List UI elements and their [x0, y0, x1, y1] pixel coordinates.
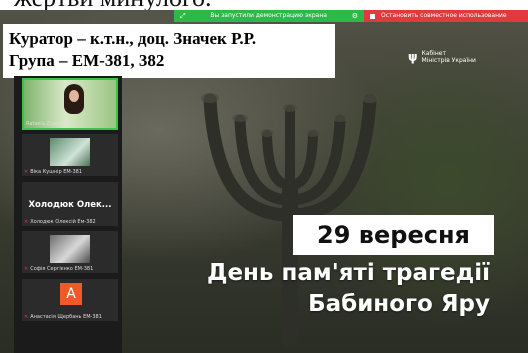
participant-label: Rafaela Znachek	[26, 121, 68, 127]
participant-name: Анастасія Щербань ЕМ-381	[30, 314, 102, 320]
ministry-line1: Кабінет	[421, 50, 446, 57]
participant-thumbnail	[50, 138, 90, 166]
participant-avatar: A	[60, 283, 82, 305]
stop-sharing-button[interactable]: Остановить совместное использование	[364, 10, 528, 22]
headline-line2: Бабиного Яру	[308, 291, 490, 317]
participant-label: ✕ Софія Сергієнко ЕМ-381	[24, 266, 93, 272]
ministry-line2: Міністрів України	[421, 57, 476, 64]
document-caption: жертви минулого.	[0, 0, 528, 10]
participant-thumbnail	[50, 235, 90, 263]
muted-mic-icon: ✕	[24, 219, 29, 225]
participant-tile[interactable]: A ✕ Анастасія Щербань ЕМ-381	[22, 279, 118, 321]
participant-tile[interactable]: ✕ Віка Кушнір ЕМ-381	[22, 134, 118, 176]
participants-panel: Rafaela Znachek ✕ Віка Кушнір ЕМ-381 Хол…	[14, 76, 122, 353]
slide-headline: День пам'яті трагедії Бабиного Яру	[130, 258, 490, 320]
muted-mic-icon: ✕	[24, 314, 29, 320]
participant-name: Софія Сергієнко ЕМ-381	[30, 266, 94, 272]
expand-icon[interactable]: ⤢	[180, 10, 186, 22]
headline-line1: День пам'яті трагедії	[206, 260, 490, 286]
curator-info-box: Куратор – к.т.н., доц. Значек Р.Р. Група…	[3, 24, 335, 78]
trident-icon: ψ	[408, 49, 418, 64]
participant-label: ✕ Анастасія Щербань ЕМ-381	[24, 314, 102, 320]
group-line: Група – ЕМ-381, 382	[9, 51, 165, 70]
screen-share-stage: ⤢ Вы запустили демонстрацию экрана ⚙ Ост…	[0, 10, 528, 353]
participant-name: Rafaela Znachek	[26, 121, 68, 127]
gear-icon[interactable]: ⚙	[352, 10, 358, 22]
participant-label: ✕ Холодюк Олексій Ем-382	[24, 219, 96, 225]
participant-name: Холодюк Олексій Ем-382	[30, 219, 96, 225]
participant-face	[64, 84, 84, 114]
participant-tile[interactable]: Rafaela Znachek	[22, 78, 118, 130]
muted-mic-icon: ✕	[24, 169, 29, 175]
screen-share-label: Вы запустили демонстрацию экрана	[210, 12, 327, 19]
ministry-logo: ψ Кабінет Міністрів України	[408, 50, 476, 64]
participant-tile[interactable]: ✕ Софія Сергієнко ЕМ-381	[22, 231, 118, 273]
participant-name: Віка Кушнір ЕМ-381	[30, 169, 83, 175]
curator-line: Куратор – к.т.н., доц. Значек Р.Р.	[9, 29, 257, 48]
muted-mic-icon: ✕	[24, 266, 29, 272]
participant-label: ✕ Віка Кушнір ЕМ-381	[24, 169, 82, 175]
screen-share-status-bar[interactable]: ⤢ Вы запустили демонстрацию экрана ⚙	[174, 10, 364, 22]
caption-text: жертви минулого.	[14, 0, 212, 10]
participant-tile[interactable]: Холодюк Олек... ✕ Холодюк Олексій Ем-382	[22, 182, 118, 226]
stop-sharing-label: Остановить совместное использование	[381, 12, 507, 19]
stop-square-icon	[370, 13, 375, 19]
slide-date: 29 вересня	[293, 215, 494, 255]
speaker-name: Холодюк Олек...	[28, 200, 112, 210]
